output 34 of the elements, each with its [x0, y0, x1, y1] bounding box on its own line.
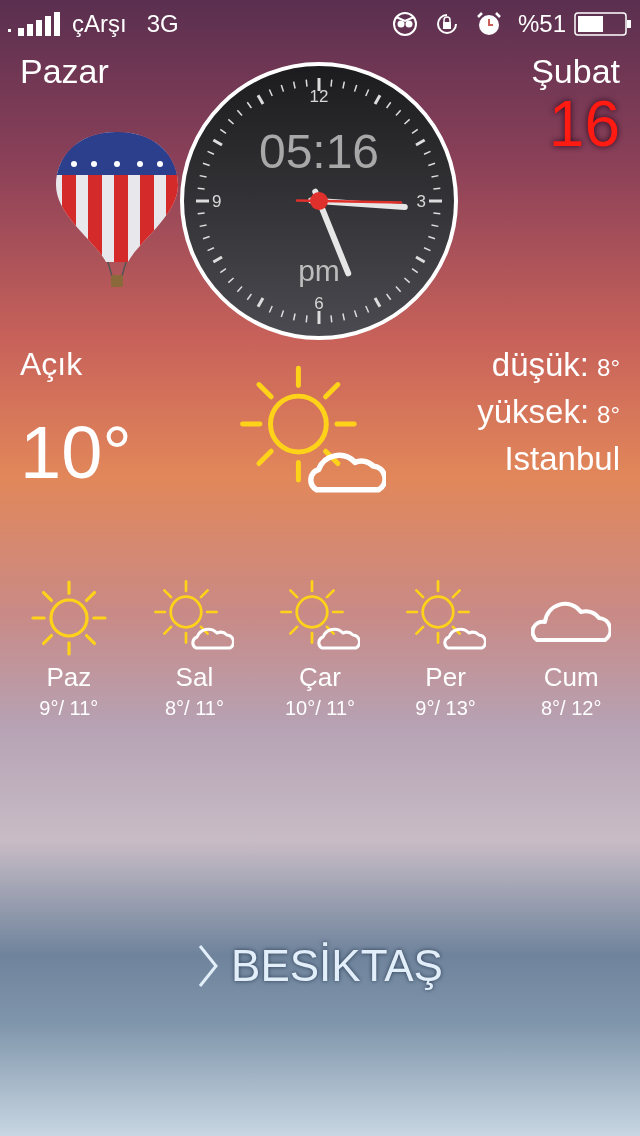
month-name: Şubat: [531, 54, 620, 88]
forecast-day: Per: [425, 664, 466, 690]
slide-to-unlock-text: BESİKTAŞ: [231, 944, 443, 988]
digital-time: 05:16: [258, 128, 380, 176]
high-temperature: 8°: [597, 403, 620, 427]
current-temperature: 10°: [20, 416, 133, 490]
forecast-temperatures: 8°/ 11°: [164, 698, 224, 718]
alarm-icon: [475, 11, 502, 37]
date-number: 16: [548, 92, 620, 156]
high-label: yüksek:: [477, 395, 590, 428]
forecast-day: Cum: [543, 664, 599, 690]
clock-numeral: 3: [416, 192, 426, 210]
carrier-name: çArşı: [72, 12, 127, 36]
current-condition: Açık: [20, 348, 84, 380]
clock-numeral: 9: [212, 192, 222, 210]
forecast-temperatures: 8°/ 12°: [540, 698, 602, 718]
network-type: 3G: [146, 12, 179, 36]
forecast-day: Çar: [299, 664, 341, 690]
clock-numeral: 6: [314, 295, 324, 312]
day-name: Pazar: [20, 54, 110, 88]
hot-air-balloon-icon: [54, 130, 180, 290]
low-label: düşük:: [491, 348, 590, 381]
forecast-temperatures: 9°/ 13°: [415, 698, 476, 718]
forecast-day: Paz: [46, 664, 92, 690]
low-temperature: 8°: [597, 356, 620, 380]
clock-numeral: 12: [309, 88, 329, 105]
chevron-icon: [197, 943, 220, 989]
forecast-temperatures: 9°/ 11°: [39, 698, 99, 718]
battery-percent: %51: [517, 12, 566, 36]
battery-icon: [574, 12, 632, 36]
am-pm-label: pm: [298, 256, 340, 286]
city-name: Istanbul: [504, 442, 620, 475]
forecast-day: Sal: [175, 664, 214, 690]
forecast-temperatures: 10°/ 11°: [284, 698, 356, 718]
